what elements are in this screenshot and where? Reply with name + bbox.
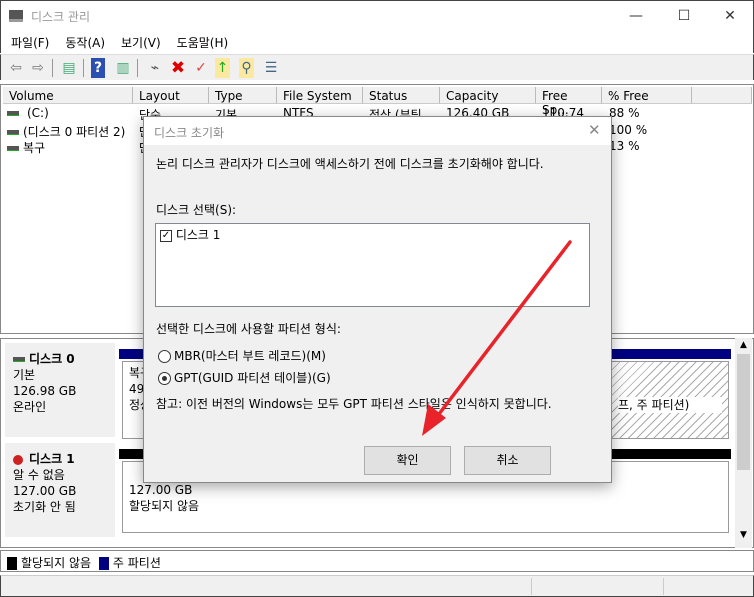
annotation-arrow	[422, 240, 572, 436]
